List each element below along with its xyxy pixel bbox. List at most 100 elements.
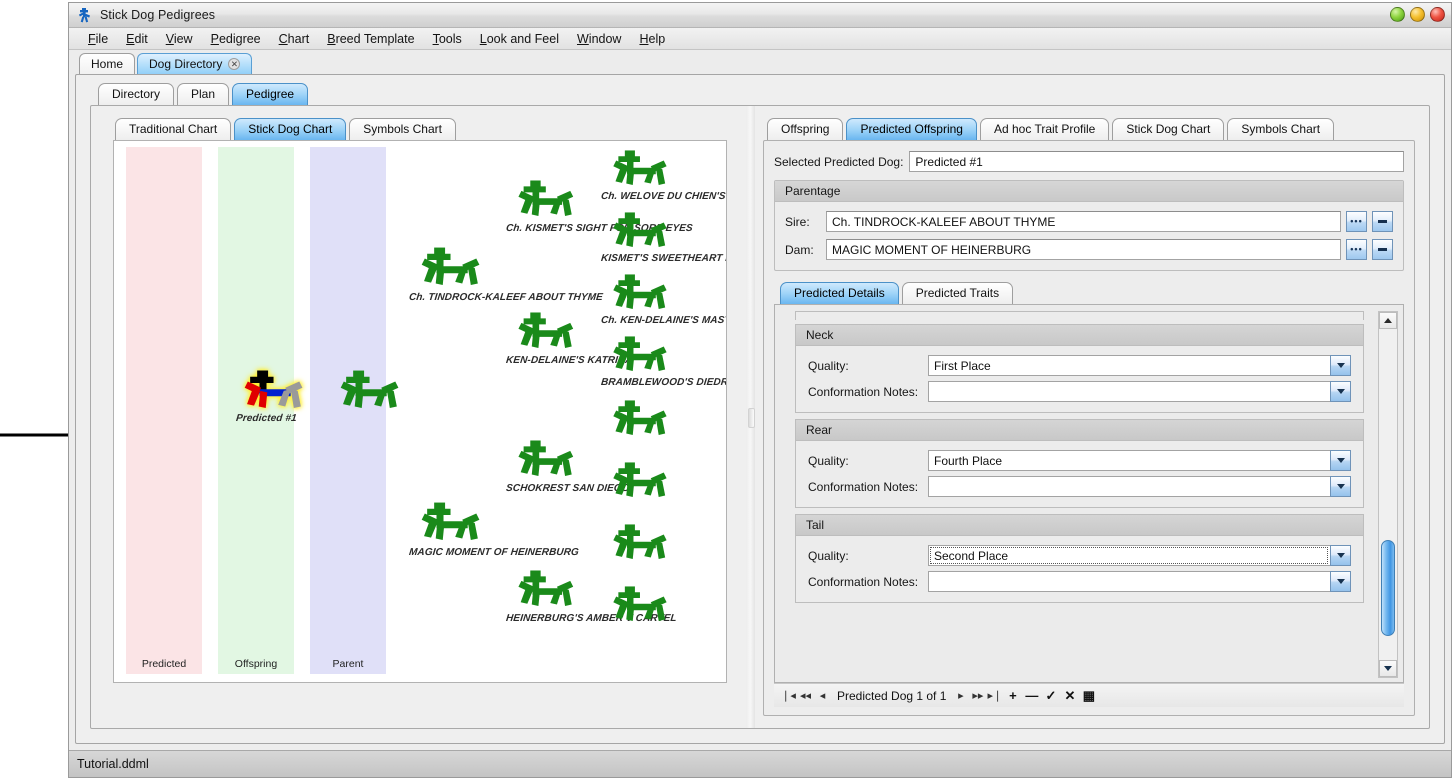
grid-view-button[interactable]: ▦	[1079, 686, 1098, 706]
nav-next-page-button[interactable]: ▸▸	[969, 686, 986, 706]
nav-prev-page-button[interactable]: ◂◂	[797, 686, 814, 706]
tab-right-symbols-chart[interactable]: Symbols Chart	[1227, 118, 1334, 140]
dam-row: Dam: MAGIC MOMENT OF HEINERBURG •••	[785, 239, 1393, 260]
tab-dog-directory[interactable]: Dog Directory ✕	[137, 53, 252, 75]
conformation-notes-rear-value[interactable]	[928, 476, 1330, 497]
conformation-notes-rear-row: Conformation Notes:	[808, 476, 1351, 497]
nav-prev-button[interactable]: ◂	[814, 686, 831, 706]
close-icon[interactable]: ✕	[228, 58, 240, 70]
selected-predicted-dog-label: Selected Predicted Dog:	[774, 155, 903, 169]
quality-tail-value[interactable]: Second Place	[928, 545, 1330, 566]
stick-dog-name-label: MAGIC MOMENT OF HEINERBURG	[408, 547, 579, 558]
stick-dog-figure[interactable]	[609, 211, 669, 253]
stick-dog-figure[interactable]	[514, 179, 576, 223]
chevron-down-icon[interactable]	[1330, 381, 1351, 402]
dam-clear-button[interactable]	[1372, 239, 1393, 260]
stick-dog-figure[interactable]	[609, 335, 669, 377]
column-label-parent: Parent	[310, 658, 386, 670]
chevron-down-icon[interactable]	[1330, 355, 1351, 376]
tab-predicted-details[interactable]: Predicted Details	[780, 282, 899, 304]
menu-view[interactable]: View	[157, 30, 202, 48]
tab-directory[interactable]: Directory	[98, 83, 174, 105]
tab-plan[interactable]: Plan	[177, 83, 229, 105]
tab-ad-hoc-trait-profile[interactable]: Ad hoc Trait Profile	[980, 118, 1109, 140]
tab-symbols-chart[interactable]: Symbols Chart	[349, 118, 456, 140]
stick-dog-figure[interactable]	[514, 439, 576, 483]
menu-help[interactable]: Help	[630, 30, 674, 48]
stick-dog-figure[interactable]	[514, 569, 576, 613]
cancel-record-button[interactable]: ✕	[1060, 686, 1079, 706]
caret-down-icon	[1337, 458, 1345, 463]
tab-predicted-traits[interactable]: Predicted Traits	[902, 282, 1013, 304]
stick-dog-figure[interactable]	[514, 311, 576, 355]
stick-dog-figure[interactable]	[417, 501, 483, 547]
chevron-down-icon[interactable]	[1330, 476, 1351, 497]
close-button[interactable]	[1430, 7, 1445, 22]
chevron-down-icon[interactable]	[1330, 545, 1351, 566]
dam-field[interactable]: MAGIC MOMENT OF HEINERBURG	[826, 239, 1341, 260]
quality-neck-combobox[interactable]: First Place	[928, 355, 1351, 376]
quality-neck-value[interactable]: First Place	[928, 355, 1330, 376]
stick-dog-figure[interactable]	[609, 273, 669, 315]
conformation-notes-neck-combobox[interactable]	[928, 381, 1351, 402]
conformation-notes-tail-combobox[interactable]	[928, 571, 1351, 592]
scrollbar-track[interactable]	[1379, 329, 1397, 660]
conformation-notes-neck-value[interactable]	[928, 381, 1330, 402]
scroll-up-button[interactable]	[1379, 312, 1397, 329]
trait-group-title: Rear	[796, 420, 1363, 441]
document-tab-strip: Home Dog Directory ✕	[69, 50, 1451, 74]
selected-predicted-dog-field[interactable]: Predicted #1	[909, 151, 1404, 172]
conformation-notes-rear-combobox[interactable]	[928, 476, 1351, 497]
quality-rear-value[interactable]: Fourth Place	[928, 450, 1330, 471]
sire-field[interactable]: Ch. TINDROCK-KALEEF ABOUT THYME	[826, 211, 1341, 232]
menu-breed-template[interactable]: Breed Template	[318, 30, 423, 48]
stick-dog-pedigree-canvas[interactable]: PredictedOffspringParentPredicted #1Ch. …	[113, 140, 727, 683]
tab-home[interactable]: Home	[79, 53, 135, 75]
menu-window[interactable]: Window	[568, 30, 630, 48]
nav-next-button[interactable]: ▸	[952, 686, 969, 706]
menu-look-and-feel[interactable]: Look and Feel	[471, 30, 568, 48]
sire-clear-button[interactable]	[1372, 211, 1393, 232]
sire-browse-button[interactable]: •••	[1346, 211, 1367, 232]
remove-record-button[interactable]: —	[1022, 686, 1041, 706]
commit-record-button[interactable]: ✓	[1041, 686, 1060, 706]
chevron-down-icon[interactable]	[1330, 450, 1351, 471]
stick-dog-predicted[interactable]	[240, 369, 306, 415]
chevron-down-icon[interactable]	[1330, 571, 1351, 592]
caret-down-icon	[1384, 666, 1392, 671]
tab-offspring[interactable]: Offspring	[767, 118, 843, 140]
quality-rear-row: Quality:Fourth Place	[808, 450, 1351, 471]
menu-file[interactable]: File	[79, 30, 117, 48]
tab-stick-dog-chart[interactable]: Stick Dog Chart	[234, 118, 346, 140]
tab-pedigree[interactable]: Pedigree	[232, 83, 308, 105]
tab-right-stick-dog-chart[interactable]: Stick Dog Chart	[1112, 118, 1224, 140]
tab-traditional-chart[interactable]: Traditional Chart	[115, 118, 231, 140]
dam-browse-button[interactable]: •••	[1346, 239, 1367, 260]
stick-dog-figure[interactable]	[609, 149, 669, 191]
stick-dog-figure[interactable]	[609, 523, 669, 565]
split-pane-divider[interactable]	[746, 106, 755, 728]
menu-chart[interactable]: Chart	[270, 30, 319, 48]
stick-dog-figure[interactable]	[336, 369, 402, 415]
minimize-button[interactable]	[1390, 7, 1405, 22]
nav-first-button[interactable]: ❘◂	[780, 686, 797, 706]
stick-dog-figure[interactable]	[609, 461, 669, 503]
conformation-notes-tail-row: Conformation Notes:	[808, 571, 1351, 592]
details-vertical-scrollbar[interactable]	[1378, 311, 1398, 678]
caret-down-icon	[1337, 363, 1345, 368]
quality-rear-combobox[interactable]: Fourth Place	[928, 450, 1351, 471]
quality-tail-combobox[interactable]: Second Place	[928, 545, 1351, 566]
maximize-button[interactable]	[1410, 7, 1425, 22]
add-record-button[interactable]: +	[1003, 686, 1022, 706]
conformation-notes-tail-value[interactable]	[928, 571, 1330, 592]
scrollbar-thumb[interactable]	[1381, 540, 1395, 636]
stick-dog-figure[interactable]	[609, 399, 669, 441]
scroll-down-button[interactable]	[1379, 660, 1397, 677]
stick-dog-figure[interactable]	[609, 585, 669, 627]
tab-predicted-offspring[interactable]: Predicted Offspring	[846, 118, 977, 140]
nav-last-button[interactable]: ▸❘	[986, 686, 1003, 706]
menu-tools[interactable]: Tools	[424, 30, 471, 48]
menu-edit[interactable]: Edit	[117, 30, 157, 48]
stick-dog-figure[interactable]	[417, 246, 483, 292]
menu-pedigree[interactable]: Pedigree	[202, 30, 270, 48]
